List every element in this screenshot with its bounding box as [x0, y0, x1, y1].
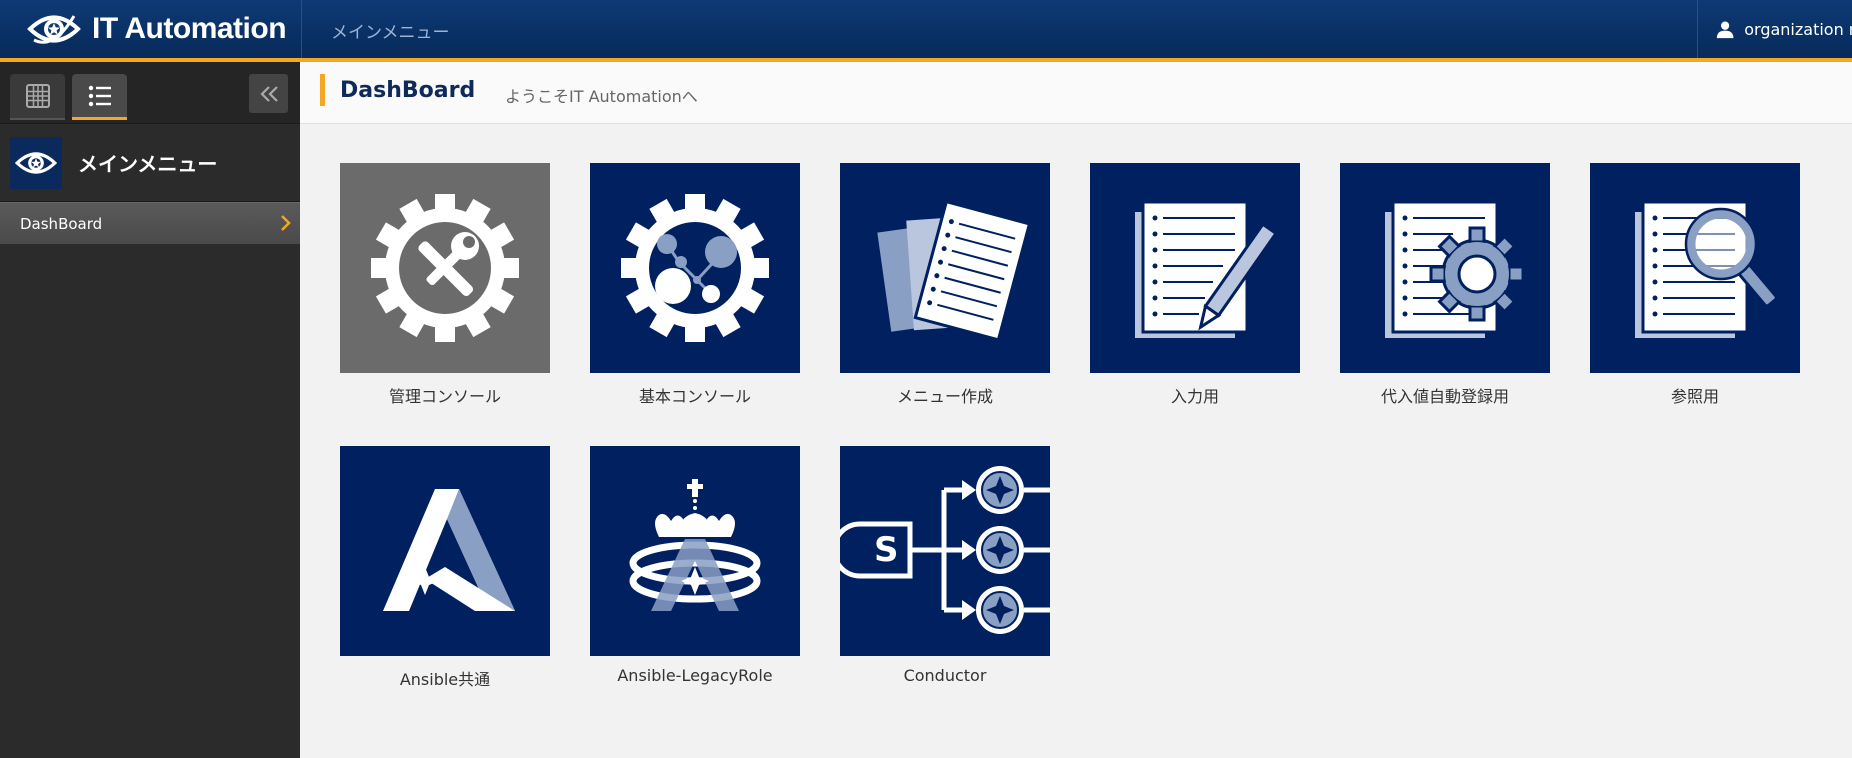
- tile-icon-box[interactable]: [1090, 163, 1300, 373]
- app-title: IT Automation: [92, 12, 287, 45]
- tile-label: 参照用: [1670, 387, 1719, 406]
- tile-reference[interactable]: 参照用: [1590, 163, 1800, 407]
- sidebar: メインメニュー DashBoard: [0, 62, 300, 758]
- tile-icon-box[interactable]: [590, 446, 800, 656]
- sidebar-menu-title: メインメニュー: [78, 152, 218, 176]
- chevron-right-icon: [281, 215, 291, 231]
- header-menu-link[interactable]: メインメニュー: [331, 18, 450, 43]
- sidebar-menu-header: メインメニュー: [0, 124, 300, 202]
- tile-icon-box[interactable]: [340, 446, 550, 656]
- sidebar-toolbar: [0, 62, 300, 124]
- eye-logo-icon: [27, 15, 81, 44]
- tile-icon-box[interactable]: [1340, 163, 1550, 373]
- tile-conductor[interactable]: S Conductor: [840, 446, 1050, 685]
- user-menu[interactable]: organization ma: [1697, 0, 1852, 58]
- documents-icon: [877, 199, 1030, 342]
- page-subtitle: ようこそIT Automationへ: [505, 87, 698, 106]
- gear-tools-icon: [371, 194, 519, 342]
- app-logo[interactable]: IT Automation: [26, 8, 287, 50]
- user-icon: [1716, 21, 1734, 39]
- ansible-a-icon: [383, 489, 515, 611]
- tile-ansible-legacyrole[interactable]: Ansible-LegacyRole: [590, 446, 800, 685]
- gear-network-icon: [621, 194, 769, 342]
- tile-icon-box[interactable]: [840, 163, 1050, 373]
- title-accent-bar: [320, 74, 325, 106]
- conductor-flow-icon: S: [840, 466, 1050, 634]
- tile-label: Ansible共通: [399, 670, 491, 689]
- tile-label: 管理コンソール: [388, 387, 501, 406]
- grid-view-button[interactable]: [10, 74, 65, 120]
- tile-label: 代入値自動登録用: [1380, 387, 1509, 406]
- document-gear-icon: [1385, 200, 1525, 338]
- title-bar: DashBoard ようこそIT Automationへ: [300, 62, 1852, 124]
- svg-text:S: S: [874, 530, 899, 570]
- app-header: IT Automation メインメニュー organization ma: [0, 0, 1852, 62]
- double-chevron-left-icon: [259, 85, 278, 102]
- tile-basic-console[interactable]: 基本コンソール: [590, 163, 800, 407]
- ansible-crown-icon: [629, 479, 761, 611]
- tile-label: メニュー作成: [896, 387, 993, 406]
- tile-label: 基本コンソール: [638, 387, 751, 406]
- tile-label: Conductor: [903, 666, 987, 685]
- tile-icon-box[interactable]: S: [840, 446, 1050, 656]
- menu-logo-icon: [10, 136, 62, 189]
- tile-label: Ansible-LegacyRole: [617, 666, 773, 685]
- tile-menu-creation[interactable]: メニュー作成: [840, 163, 1050, 407]
- tile-label: 入力用: [1170, 387, 1219, 406]
- sidebar-item-label: DashBoard: [20, 214, 103, 233]
- tile-management-console[interactable]: 管理コンソール: [340, 163, 550, 407]
- page-title: DashBoard: [340, 78, 476, 103]
- list-icon: [88, 85, 111, 106]
- document-pencil-icon: [1135, 200, 1275, 338]
- header-divider: [301, 0, 302, 58]
- list-view-button[interactable]: [72, 74, 127, 120]
- tile-ansible-common[interactable]: Ansible共通: [340, 446, 550, 690]
- sidebar-item-dashboard[interactable]: DashBoard: [0, 202, 300, 244]
- user-name: organization ma: [1744, 19, 1852, 39]
- collapse-sidebar-button[interactable]: [249, 74, 288, 113]
- tile-icon-box[interactable]: [1590, 163, 1800, 373]
- document-magnifier-icon: [1635, 200, 1775, 338]
- tile-icon-box[interactable]: [590, 163, 800, 373]
- tile-icon-box[interactable]: [340, 163, 550, 373]
- tile-input[interactable]: 入力用: [1090, 163, 1300, 407]
- tile-auto-registration[interactable]: 代入値自動登録用: [1340, 163, 1550, 407]
- grid-icon: [25, 84, 50, 108]
- main-content: DashBoard ようこそIT Automationへ 管理コンソール 基本コ…: [300, 62, 1852, 758]
